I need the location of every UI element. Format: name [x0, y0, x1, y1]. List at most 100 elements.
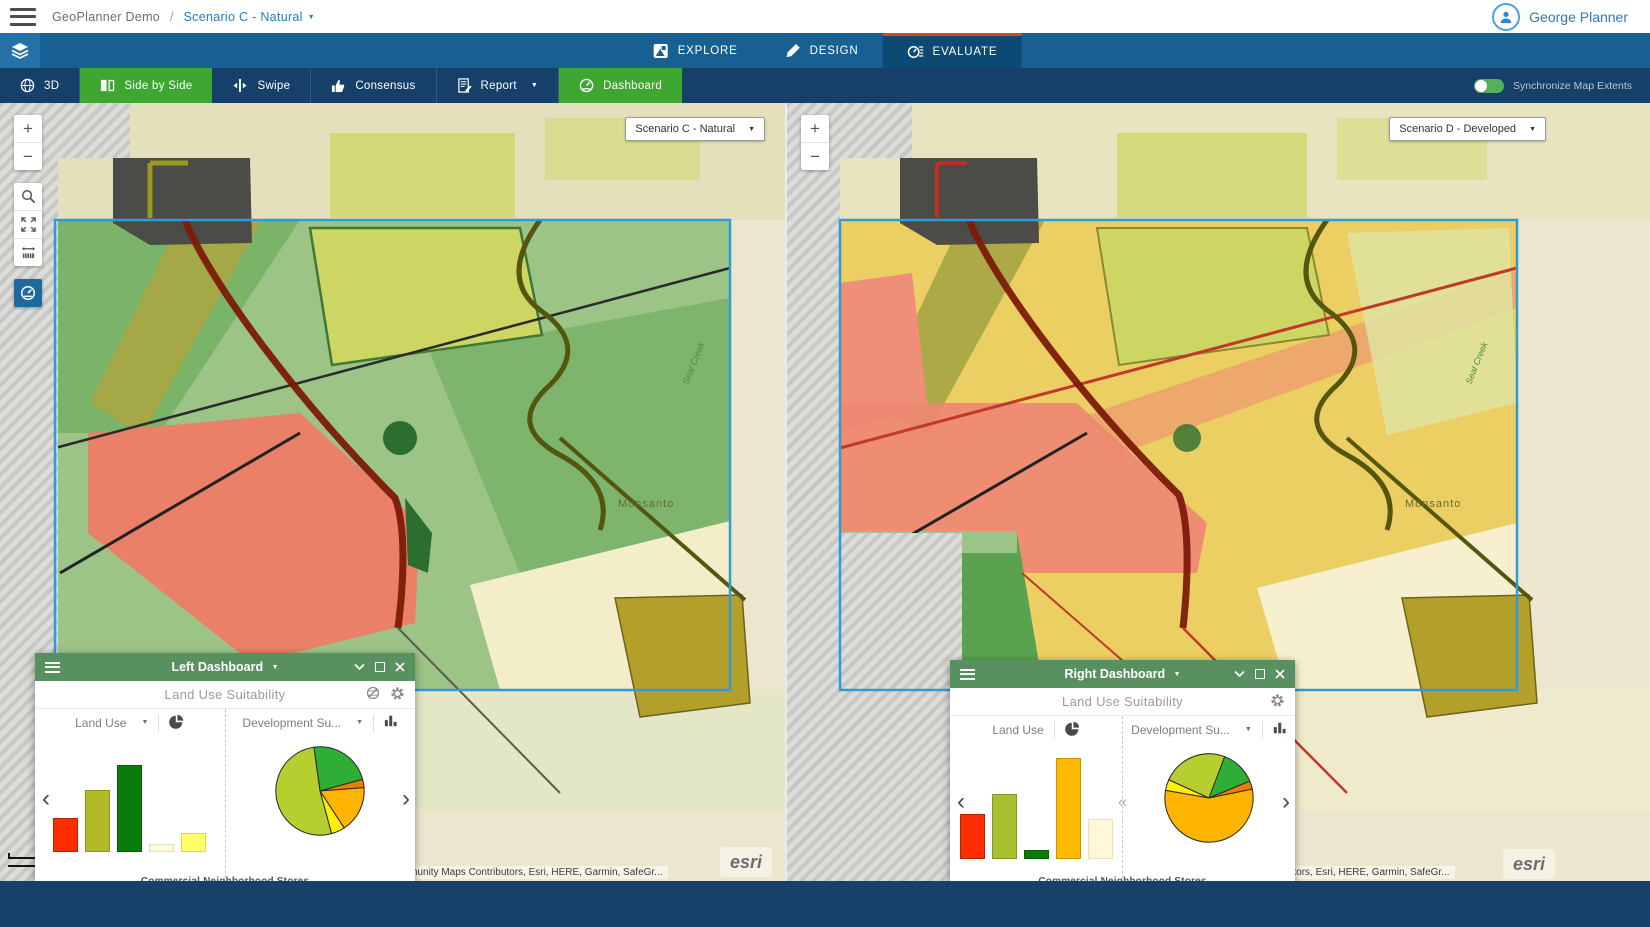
measure-button[interactable] [14, 239, 42, 266]
map-tools-left [14, 183, 42, 266]
pencil-icon [786, 43, 801, 58]
land-use-bar-chart[interactable] [53, 740, 206, 852]
main-menu-icon[interactable] [10, 8, 36, 26]
dashboard-button[interactable]: Dashboard [559, 68, 682, 103]
gear-icon[interactable] [390, 686, 405, 704]
left-dashboard-header[interactable]: Left Dashboard ▼ [35, 653, 415, 681]
swipe-icon [232, 78, 248, 93]
caret-down-icon: ▼ [1174, 671, 1181, 678]
caret-down-icon: ▼ [531, 82, 538, 89]
sync-extents-toggle[interactable] [1474, 79, 1504, 93]
dashboard-body: Land Use Development Su... ▼ [950, 716, 1295, 881]
collapse-icon[interactable] [1234, 670, 1245, 678]
page-previous-arrow[interactable]: ‹ [42, 794, 50, 804]
bar-chart-icon[interactable] [384, 714, 398, 731]
mode-tabs: EXPLORE DESIGN EVALUATE [629, 33, 1022, 68]
layers-icon [11, 42, 29, 59]
report-button[interactable]: Report ▼ [437, 68, 560, 103]
dashboard-subtitle: Land Use Suitability [165, 687, 286, 702]
thumbs-up-icon [331, 78, 346, 93]
maximize-icon[interactable] [375, 662, 385, 672]
caret-down-icon[interactable]: ▼ [1245, 726, 1252, 733]
tab-design[interactable]: DESIGN [762, 33, 883, 68]
full-extent-button[interactable] [14, 211, 42, 239]
caret-down-icon[interactable]: ▼ [141, 719, 148, 726]
close-icon[interactable] [1275, 669, 1285, 679]
3d-button[interactable]: 3D [0, 68, 80, 103]
nav-bar: EXPLORE DESIGN EVALUATE [0, 33, 1650, 68]
user-avatar-icon [1492, 3, 1520, 31]
scenario-select-right[interactable]: Scenario D - Developed ▼ [1389, 117, 1546, 141]
breadcrumb-scenario[interactable]: Scenario C - Natural▼ [184, 10, 315, 24]
zoom-out-button[interactable]: − [801, 143, 829, 170]
sync-extents-control: Synchronize Map Extents [1474, 68, 1650, 103]
caret-down-icon: ▼ [1529, 126, 1536, 133]
land-use-widget: Land Use [950, 716, 1122, 881]
caret-down-icon: ▼ [272, 664, 279, 671]
dashboard-subtitle: Land Use Suitability [1062, 694, 1183, 709]
layers-button[interactable] [0, 33, 40, 68]
collapse-icon[interactable] [354, 663, 365, 671]
sync-extents-label: Synchronize Map Extents [1513, 80, 1632, 92]
search-button[interactable] [14, 183, 42, 211]
dashboard-subtitle-row: Land Use Suitability [35, 681, 415, 709]
report-icon [457, 78, 472, 93]
widget-label[interactable]: Development Su... [242, 716, 341, 730]
land-use-widget: Land Use ▼ [35, 709, 225, 881]
close-icon[interactable] [395, 662, 405, 672]
esri-logo: esri [1503, 849, 1555, 879]
app-title: GeoPlanner Demo [52, 10, 160, 24]
zoom-control-left: + − [14, 115, 42, 170]
zoom-control-right: + − [801, 115, 829, 170]
map-label-town: Monsanto [618, 498, 674, 510]
left-dashboard-panel: Left Dashboard ▼ Land Use Suitability [35, 653, 415, 881]
right-dashboard-header[interactable]: Right Dashboard ▼ [950, 660, 1295, 688]
caret-down-icon: ▼ [308, 14, 315, 21]
side-by-side-button[interactable]: Side by Side [80, 68, 212, 103]
zoom-in-button[interactable]: + [14, 115, 42, 143]
page-previous-arrow[interactable]: ‹ [957, 797, 965, 807]
tab-explore[interactable]: EXPLORE [629, 33, 762, 68]
caret-down-icon: ▼ [748, 126, 755, 133]
globe-icon [20, 78, 35, 93]
zoom-in-button[interactable]: + [801, 115, 829, 143]
map-label-town: Monsanto [1405, 498, 1461, 510]
user-menu[interactable]: George Planner [1492, 3, 1628, 31]
widget-label[interactable]: Development Su... [1131, 723, 1230, 737]
maximize-icon[interactable] [1255, 669, 1265, 679]
land-use-bar-chart[interactable] [960, 747, 1113, 859]
right-dashboard-panel: Right Dashboard ▼ Land Use Suitability [950, 660, 1295, 881]
widget-label[interactable]: Land Use [992, 723, 1043, 737]
caret-down-icon[interactable]: ▼ [356, 719, 363, 726]
top-bar: GeoPlanner Demo / Scenario C - Natural▼ … [0, 0, 1650, 33]
scenario-select-left[interactable]: Scenario C - Natural ▼ [625, 117, 765, 141]
development-suitability-widget: Development Su... ▼ [225, 709, 416, 881]
dashboard-gauge-icon [20, 285, 36, 301]
collapse-widget-arrow[interactable]: « [1118, 797, 1127, 807]
gear-icon[interactable] [1270, 693, 1285, 711]
side-by-side-icon [100, 78, 115, 93]
dashboard-map-button[interactable] [14, 279, 42, 307]
chart-caption: Commercial Neighborhood Stores [950, 876, 1295, 881]
tab-evaluate[interactable]: EVALUATE [883, 33, 1022, 68]
breadcrumb-separator: / [170, 10, 173, 24]
pie-chart-icon[interactable] [169, 714, 184, 732]
consensus-button[interactable]: Consensus [311, 68, 436, 103]
swipe-button[interactable]: Swipe [212, 68, 311, 103]
map-left-scenario-c: Monsanto Seal Creek Scenario C - Natural… [0, 103, 785, 881]
zoom-out-button[interactable]: − [14, 143, 42, 170]
evaluate-toolbar: 3D Side by Side Swipe Consensus Report [0, 68, 1650, 103]
widget-label[interactable]: Land Use [75, 716, 126, 730]
development-suitability-pie-chart[interactable] [273, 744, 367, 838]
globe-disabled-icon[interactable] [366, 686, 380, 703]
evaluate-gauge-icon [907, 44, 924, 60]
development-suitability-pie-chart[interactable] [1162, 751, 1256, 845]
user-name: George Planner [1529, 9, 1628, 25]
bar-chart-icon[interactable] [1273, 721, 1287, 738]
page-next-arrow[interactable]: › [1282, 797, 1290, 807]
esri-logo: esri [720, 847, 772, 877]
pie-chart-icon[interactable] [1065, 721, 1080, 739]
dashboard-subtitle-row: Land Use Suitability [950, 688, 1295, 716]
chart-caption: Commercial Neighborhood Stores [35, 876, 415, 881]
page-next-arrow[interactable]: › [402, 794, 410, 804]
